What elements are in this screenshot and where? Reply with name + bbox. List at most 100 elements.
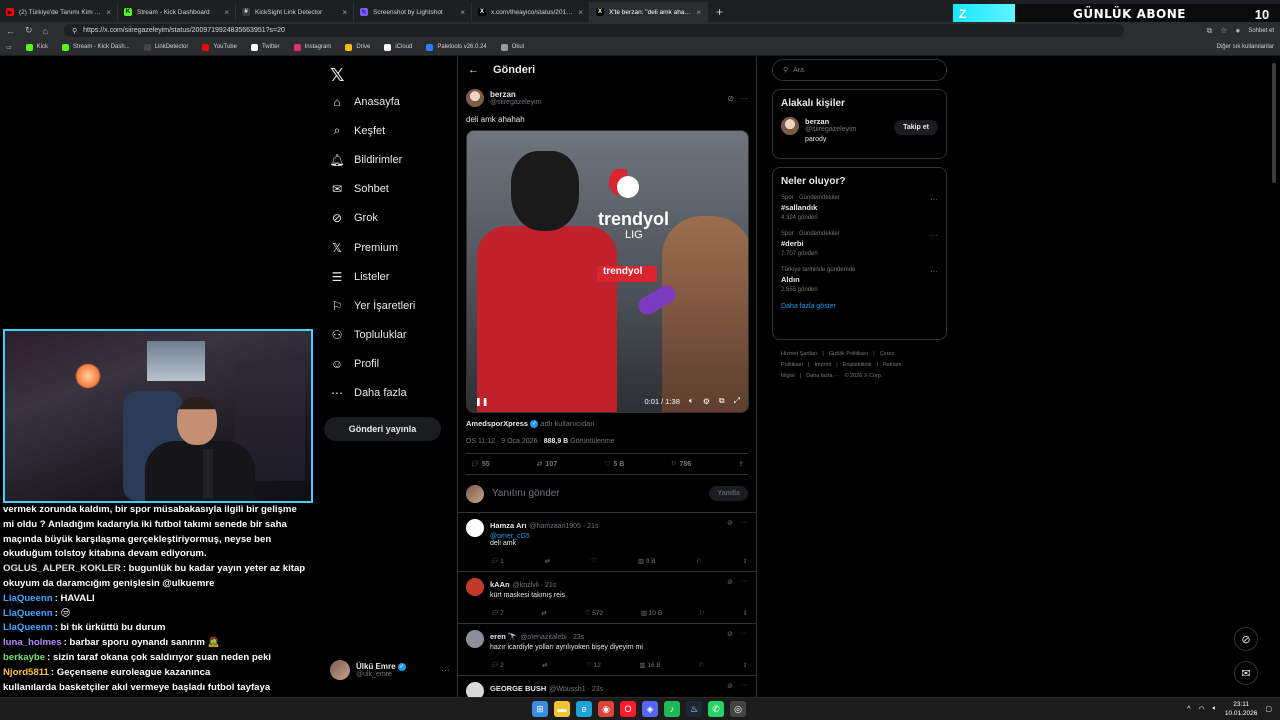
share-button[interactable]: ⇪ xyxy=(743,609,748,617)
scrollbar[interactable] xyxy=(1272,63,1276,183)
reply-item[interactable]: Hamza Arı @hamzaari1905 · 21s @omer_cG5 de… xyxy=(458,513,756,573)
chat-username[interactable]: Njord5811 xyxy=(3,667,49,678)
reply-submit-button[interactable]: Yanıtla xyxy=(709,486,748,502)
video-player[interactable]: trendyol LIG trendyol ❚❚ 0:01 / 1:38 🔈︎ … xyxy=(466,130,749,413)
copilot-chat-button[interactable]: Sohbet et xyxy=(1248,28,1274,34)
reply-button[interactable]: 💬︎ 55 xyxy=(470,460,490,469)
bookmark-button[interactable]: ⚐ xyxy=(700,609,705,617)
avatar[interactable] xyxy=(466,630,484,649)
footer-link[interactable]: Hizmet Şartları xyxy=(781,351,817,357)
nav-item-mail[interactable]: ✉ Sohbet xyxy=(330,175,415,204)
back-icon[interactable]: ← xyxy=(6,26,15,36)
repost-button[interactable]: ⇄ xyxy=(542,661,547,669)
bookmark-item[interactable]: Twitter xyxy=(250,43,280,51)
nav-item-profile[interactable]: ☺ Profil xyxy=(330,350,415,379)
more-dots-icon[interactable]: ··· xyxy=(441,665,450,675)
like-button[interactable]: ♡ 12 xyxy=(586,661,601,669)
person-handle[interactable]: @siiregazeleyim xyxy=(805,126,856,133)
reply-item[interactable]: kAAn @knzlvli · 21s kürt maskesi takmış r… xyxy=(458,572,756,625)
bookmark-item[interactable]: iCloud xyxy=(384,43,412,51)
grok-icon[interactable]: ⊘ xyxy=(1234,627,1258,651)
account-switcher[interactable]: Ülkü Emre ✓ @ulk_emre ··· xyxy=(330,658,450,682)
nav-item-search[interactable]: ⌕ Keşfet xyxy=(330,116,415,145)
repost-button[interactable]: ⇄ xyxy=(545,557,550,565)
new-tab-button[interactable]: + xyxy=(708,2,731,22)
trend-item[interactable]: Türkiye tarihinde gündemde Aldın 2.555 gön… xyxy=(781,267,938,293)
reply-handle[interactable]: @hamzaari1905 · 21s xyxy=(529,523,598,530)
file-explorer-icon[interactable]: ▬ xyxy=(554,701,570,717)
nav-item-bell[interactable]: 🔔︎ Bildirimler xyxy=(329,145,415,174)
settings-icon[interactable]: ⚙ xyxy=(703,397,710,406)
reply-author[interactable]: Hamza Arı xyxy=(490,521,526,530)
reply-handle[interactable]: @knzlvli · 21s xyxy=(513,582,557,589)
steam-icon[interactable]: ♨ xyxy=(686,701,702,717)
close-icon[interactable]: × xyxy=(224,8,229,17)
like-button[interactable]: ♡ 572 xyxy=(585,609,604,617)
share-button[interactable]: ⇪ xyxy=(742,661,747,669)
video-source[interactable]: AmedsporXpress ✓ adlı kullanıcıdan xyxy=(466,419,748,429)
reply-input[interactable]: Yanıtını gönder xyxy=(492,488,560,499)
avatar[interactable] xyxy=(466,682,484,697)
reply-author[interactable]: eren 🔭 xyxy=(490,632,517,641)
bookmark-item[interactable]: Instagram xyxy=(293,43,331,51)
site-info-icon[interactable]: ⚲ xyxy=(72,27,77,35)
views-button[interactable]: ▥ 10 B xyxy=(641,609,662,617)
bookmark-item[interactable]: Okul xyxy=(500,43,524,51)
pip-icon[interactable]: ⧉ xyxy=(719,396,725,406)
avatar[interactable] xyxy=(466,519,484,538)
x-logo-icon[interactable]: 𝕏 xyxy=(330,65,345,86)
post-date[interactable]: ÖS 11:12 · 9 Oca 2026 · xyxy=(466,438,542,445)
opera-icon[interactable]: O xyxy=(620,701,636,717)
avatar[interactable] xyxy=(466,89,484,107)
grok-icon[interactable]: ⊘ xyxy=(727,630,733,638)
bookmark-item[interactable]: YouTube xyxy=(202,43,237,51)
favorite-icon[interactable]: ☆ xyxy=(1220,26,1227,35)
chat-username[interactable]: OGLUS_ALPER_KOKLER xyxy=(3,563,121,574)
chat-username[interactable]: LlaQueenn xyxy=(3,608,53,619)
pause-icon[interactable]: ❚❚ xyxy=(475,397,488,406)
views-button[interactable]: ▥ 16 B xyxy=(639,661,660,669)
reply-item[interactable]: GEORGE BUSH @Wbussh1 · 23s ⊘ ··· xyxy=(458,676,756,697)
volume-icon[interactable]: 🔈︎ xyxy=(689,396,694,406)
reply-item[interactable]: eren 🔭 @otenazitalebi · 22s hazır icardiy… xyxy=(458,624,756,677)
footer-link[interactable]: Erişilebilirlik xyxy=(843,362,872,368)
discord-icon[interactable]: ◈ xyxy=(642,701,658,717)
close-icon[interactable]: × xyxy=(578,8,583,17)
chrome-icon[interactable]: ◉ xyxy=(598,701,614,717)
chat-username[interactable]: luna_holmes xyxy=(3,637,62,648)
notification-icon[interactable]: ▢ xyxy=(1265,705,1272,713)
bookmark-item[interactable]: Drive xyxy=(345,43,370,51)
post-button[interactable]: Gönderi yayınla xyxy=(324,417,441,441)
volume-icon[interactable]: 🔈︎ xyxy=(1213,705,1217,713)
footer-link[interactable]: © 2026 X Corp. xyxy=(845,373,883,379)
close-icon[interactable]: × xyxy=(342,8,347,17)
other-bookmarks[interactable]: Diğer sık kullanılanlar xyxy=(1217,44,1274,50)
views-button[interactable]: ▥ 9 B xyxy=(638,557,656,565)
repost-button[interactable]: ⇄ 107 xyxy=(537,460,558,469)
bookmark-button[interactable]: ⚐ 786 xyxy=(671,460,691,469)
reply-button[interactable]: 💬︎ 1 xyxy=(490,557,504,565)
browser-tab[interactable]: # KickSight Link Detector × xyxy=(236,2,354,22)
more-dots-icon[interactable]: ··· xyxy=(930,195,938,204)
like-button[interactable]: ♡ 5 B xyxy=(604,460,624,469)
chat-username[interactable]: berkaybe xyxy=(3,652,45,663)
profile-browser-icon[interactable]: ● xyxy=(1235,26,1240,35)
browser-tab[interactable]: K Stream - Kick Dashboard × xyxy=(118,2,236,22)
grok-icon[interactable]: ⊘ xyxy=(727,578,733,586)
app-icon[interactable]: ◎ xyxy=(730,701,746,717)
chat-username[interactable]: LlaQueenn xyxy=(3,622,53,633)
post-author-handle[interactable]: @siiregazeleyim xyxy=(490,99,541,106)
edge-icon[interactable]: e xyxy=(576,701,592,717)
nav-item-bookmark[interactable]: ⚐ Yer İşaretleri xyxy=(330,291,416,320)
bookmark-item[interactable]: LinkDetector xyxy=(143,43,188,51)
grok-icon[interactable]: ⊘ xyxy=(727,682,733,690)
reply-button[interactable]: 💬︎ 2 xyxy=(490,661,504,669)
url-field[interactable]: ⚲ https://x.com/siiregazeleyim/status/20… xyxy=(63,24,1124,37)
like-button[interactable]: ♡ xyxy=(591,557,597,565)
footer-link[interactable]: Gizlilik Politikası xyxy=(829,351,868,357)
nav-item-community[interactable]: ⚇ Topluluklar xyxy=(330,321,415,350)
windows-start-icon[interactable]: ⊞ xyxy=(532,701,548,717)
trend-item[interactable]: Spor · Gündemdekiler #derbi 7.707 gönderi ·… xyxy=(781,231,938,257)
bookmark-item[interactable]: Paletools v26.0.24 xyxy=(426,43,487,51)
grok-icon[interactable]: ⊘ xyxy=(727,519,733,527)
